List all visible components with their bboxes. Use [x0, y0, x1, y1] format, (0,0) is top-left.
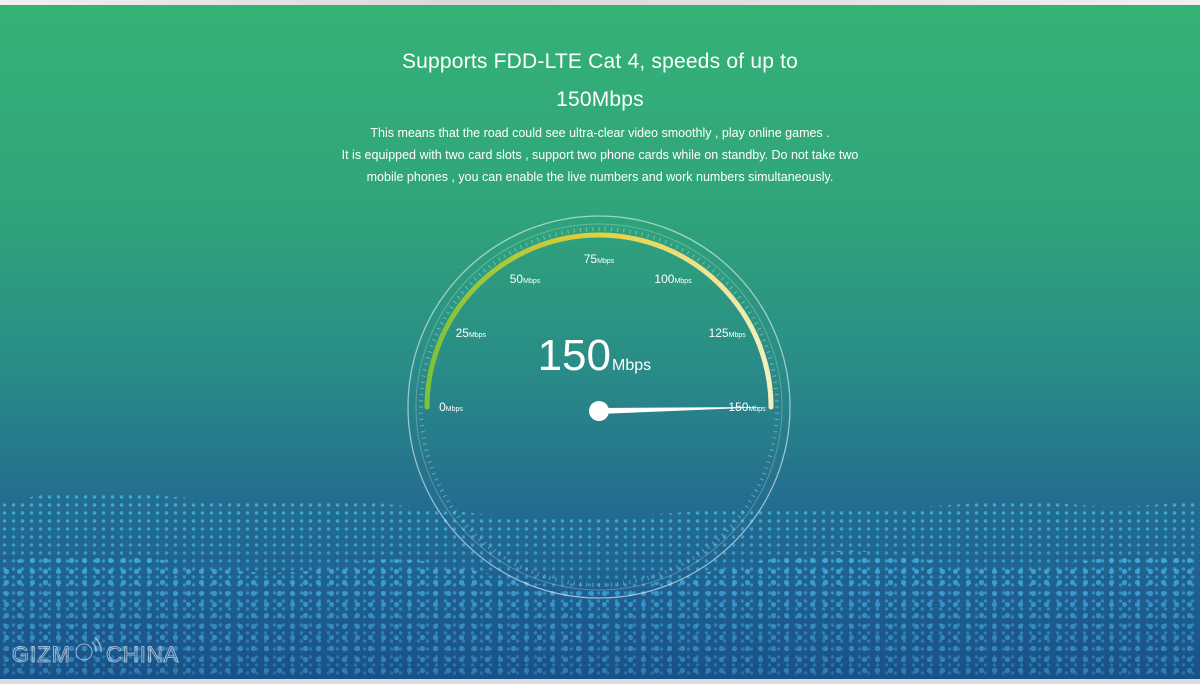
promo-banner: Supports FDD-LTE Cat 4, speeds of up to …: [0, 5, 1200, 679]
gizmochina-watermark: GIZM CHINA: [12, 637, 179, 668]
wifi-signal-icon: [75, 637, 102, 661]
bottom-border-strip: [0, 679, 1200, 684]
watermark-text-right: CHINA: [106, 642, 179, 667]
watermark-text-left: GIZM: [12, 642, 71, 667]
